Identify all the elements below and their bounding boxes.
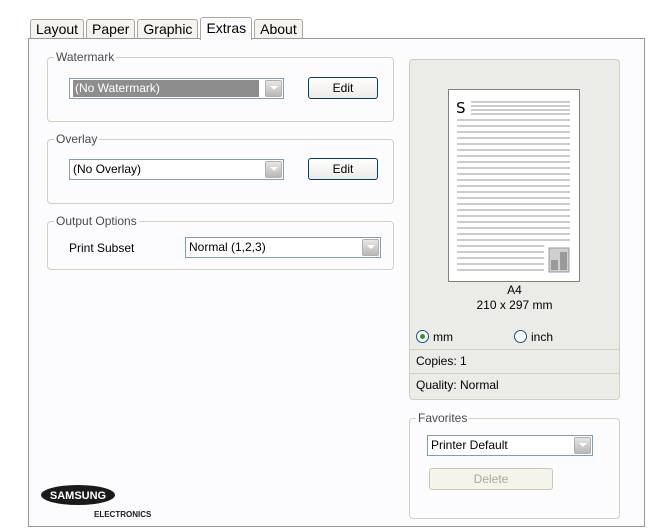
unit-mm-option[interactable]: mm xyxy=(416,330,453,344)
watermark-select-value: (No Watermark) xyxy=(73,80,259,97)
extras-panel: Watermark (No Watermark) Edit Overlay (N… xyxy=(28,38,645,527)
paper-size-dimensions: 210 x 297 mm xyxy=(476,298,553,312)
radio-inch-icon[interactable] xyxy=(514,330,527,343)
chevron-down-icon[interactable] xyxy=(265,80,282,97)
chevron-down-icon[interactable] xyxy=(574,437,591,454)
overlay-legend: Overlay xyxy=(56,132,98,146)
chevron-down-icon[interactable] xyxy=(362,239,379,256)
units-row: mm inch xyxy=(410,326,619,350)
watermark-legend: Watermark xyxy=(56,50,115,64)
page-preview-box: S A4 210 x 297 mm mm inch Copies: 1 Qual… xyxy=(409,59,620,400)
favorites-group: Favorites xyxy=(409,411,620,519)
electronics-logo-text: ELECTRONICS xyxy=(94,510,152,519)
tab-extras[interactable]: Extras xyxy=(200,17,253,40)
overlay-edit-button[interactable]: Edit xyxy=(308,158,378,180)
favorites-delete-button[interactable]: Delete xyxy=(429,468,553,490)
samsung-logo-text: SAMSUNG xyxy=(50,490,106,502)
samsung-logo-graphic: SAMSUNG ELECTRONICS xyxy=(41,485,152,519)
overlay-select-value: (No Overlay) xyxy=(73,162,142,176)
unit-inch-option[interactable]: inch xyxy=(514,326,553,349)
tab-strip: Layout Paper Graphic Extras About xyxy=(30,17,305,40)
tab-graphic[interactable]: Graphic xyxy=(137,19,199,39)
samsung-logo: SAMSUNG ELECTRONICS xyxy=(41,483,171,526)
favorites-select-value: Printer Default xyxy=(431,438,508,452)
watermark-select[interactable]: (No Watermark) xyxy=(69,78,284,99)
paper-size-name: A4 xyxy=(507,283,522,297)
tab-paper[interactable]: Paper xyxy=(86,19,136,39)
tab-about[interactable]: About xyxy=(254,19,303,39)
chevron-down-icon[interactable] xyxy=(265,161,282,178)
unit-mm-label: mm xyxy=(433,330,453,344)
page-preview: S xyxy=(448,89,580,282)
print-subset-label: Print Subset xyxy=(69,241,135,255)
print-subset-select[interactable]: Normal (1,2,3) xyxy=(185,237,381,258)
unit-inch-label: inch xyxy=(531,330,554,344)
quality-row: Quality: Normal xyxy=(410,373,619,397)
page-letter: S xyxy=(456,99,466,117)
favorites-legend: Favorites xyxy=(418,411,468,425)
favorites-select[interactable]: Printer Default xyxy=(427,435,593,456)
output-options-legend: Output Options xyxy=(56,214,137,228)
page-preview-graphic: S xyxy=(456,99,570,273)
radio-mm-icon[interactable] xyxy=(416,330,429,343)
overlay-select[interactable]: (No Overlay) xyxy=(69,159,284,180)
print-subset-value: Normal (1,2,3) xyxy=(189,240,266,254)
copies-row: Copies: 1 xyxy=(410,349,619,373)
tab-layout[interactable]: Layout xyxy=(30,19,85,39)
watermark-edit-button[interactable]: Edit xyxy=(308,77,378,99)
